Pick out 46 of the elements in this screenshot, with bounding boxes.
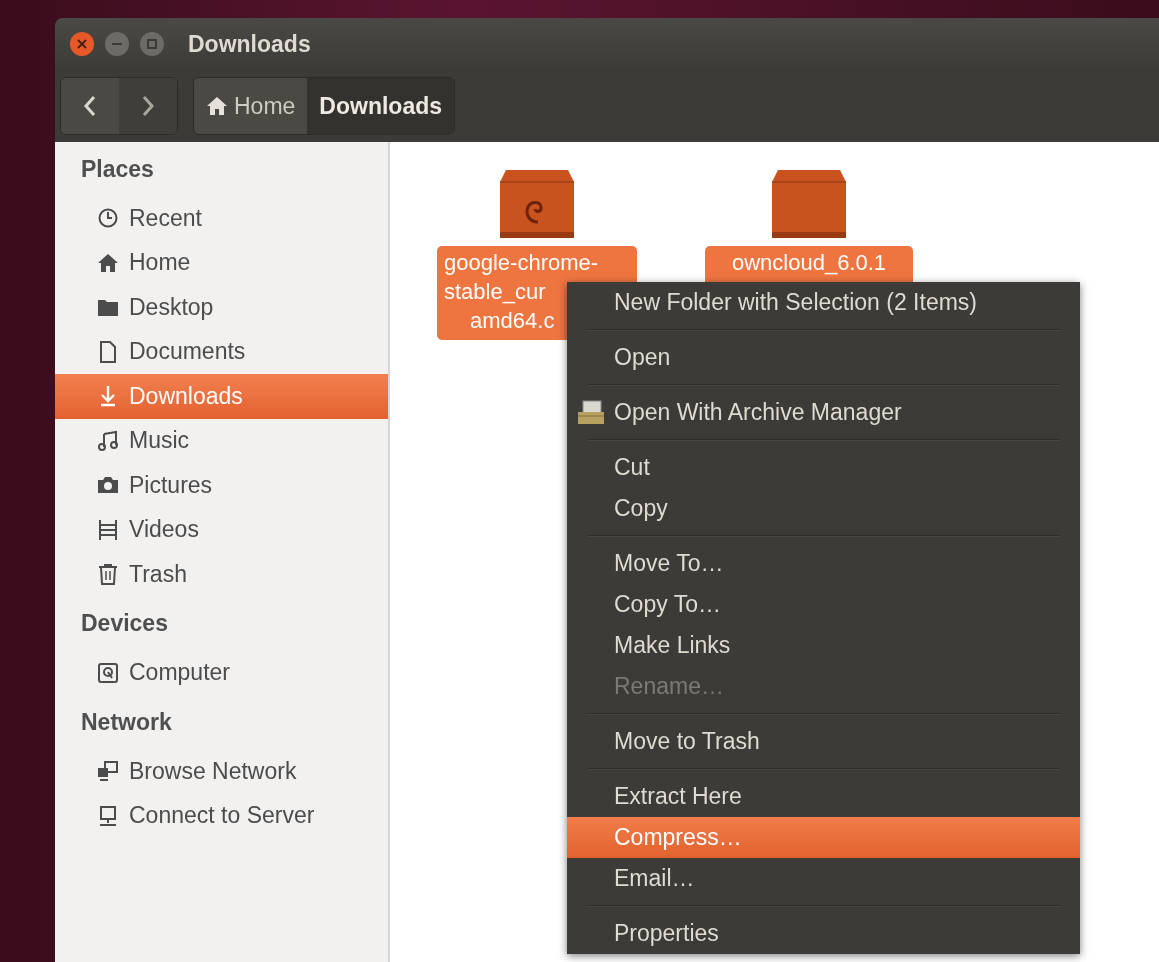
sidebar-item[interactable]: Pictures xyxy=(55,463,388,508)
menu-item[interactable]: Open xyxy=(567,337,1080,378)
network-icon xyxy=(97,760,119,783)
menu-item[interactable]: Cut xyxy=(567,447,1080,488)
back-icon xyxy=(83,95,97,117)
server-icon xyxy=(97,804,119,827)
trash-icon xyxy=(97,563,119,586)
sidebar-item[interactable]: Browse Network xyxy=(55,749,388,794)
forward-icon xyxy=(141,95,155,117)
sidebar-item[interactable]: Videos xyxy=(55,507,388,552)
maximize-button[interactable] xyxy=(139,31,165,57)
menu-item[interactable]: Move To… xyxy=(567,543,1080,584)
minimize-button[interactable] xyxy=(104,31,130,57)
sidebar-item[interactable]: Home xyxy=(55,240,388,285)
sidebar-item[interactable]: Computer xyxy=(55,650,388,695)
breadcrumb-button[interactable]: Downloads xyxy=(307,78,455,134)
section-heading: Devices xyxy=(81,610,168,637)
drive-icon xyxy=(97,661,119,684)
close-button[interactable] xyxy=(69,31,95,57)
home-icon xyxy=(97,251,119,274)
menu-item[interactable]: Email… xyxy=(567,858,1080,899)
clock-icon xyxy=(97,207,119,230)
package-icon[interactable] xyxy=(770,170,848,238)
sidebar-item[interactable]: Recent xyxy=(55,196,388,241)
menu-item[interactable]: Open With Archive Manager xyxy=(567,392,1080,433)
menu-item[interactable]: Extract Here xyxy=(567,776,1080,817)
sidebar-item[interactable]: Trash xyxy=(55,552,388,597)
menu-item[interactable]: Move to Trash xyxy=(567,721,1080,762)
document-icon xyxy=(97,340,119,363)
music-note-icon xyxy=(97,429,119,452)
menu-item[interactable]: Copy To… xyxy=(567,584,1080,625)
sidebar-item[interactable]: Music xyxy=(55,418,388,463)
sidebar-item[interactable]: Documents xyxy=(55,329,388,374)
window-title: Downloads xyxy=(188,30,311,58)
section-heading: Network xyxy=(81,708,172,736)
menu-item[interactable]: Copy xyxy=(567,488,1080,529)
film-icon xyxy=(97,518,119,541)
forward-button[interactable] xyxy=(119,78,177,134)
package-icon[interactable] xyxy=(498,170,576,238)
sidebar-item[interactable]: Connect to Server xyxy=(55,793,388,838)
archive-icon xyxy=(577,400,605,426)
sidebar-item[interactable]: Desktop xyxy=(55,285,388,330)
home-icon xyxy=(206,96,228,116)
menu-item[interactable]: Make Links xyxy=(567,625,1080,666)
section-heading: Places xyxy=(81,155,154,183)
menu-item[interactable]: Properties xyxy=(567,913,1080,954)
